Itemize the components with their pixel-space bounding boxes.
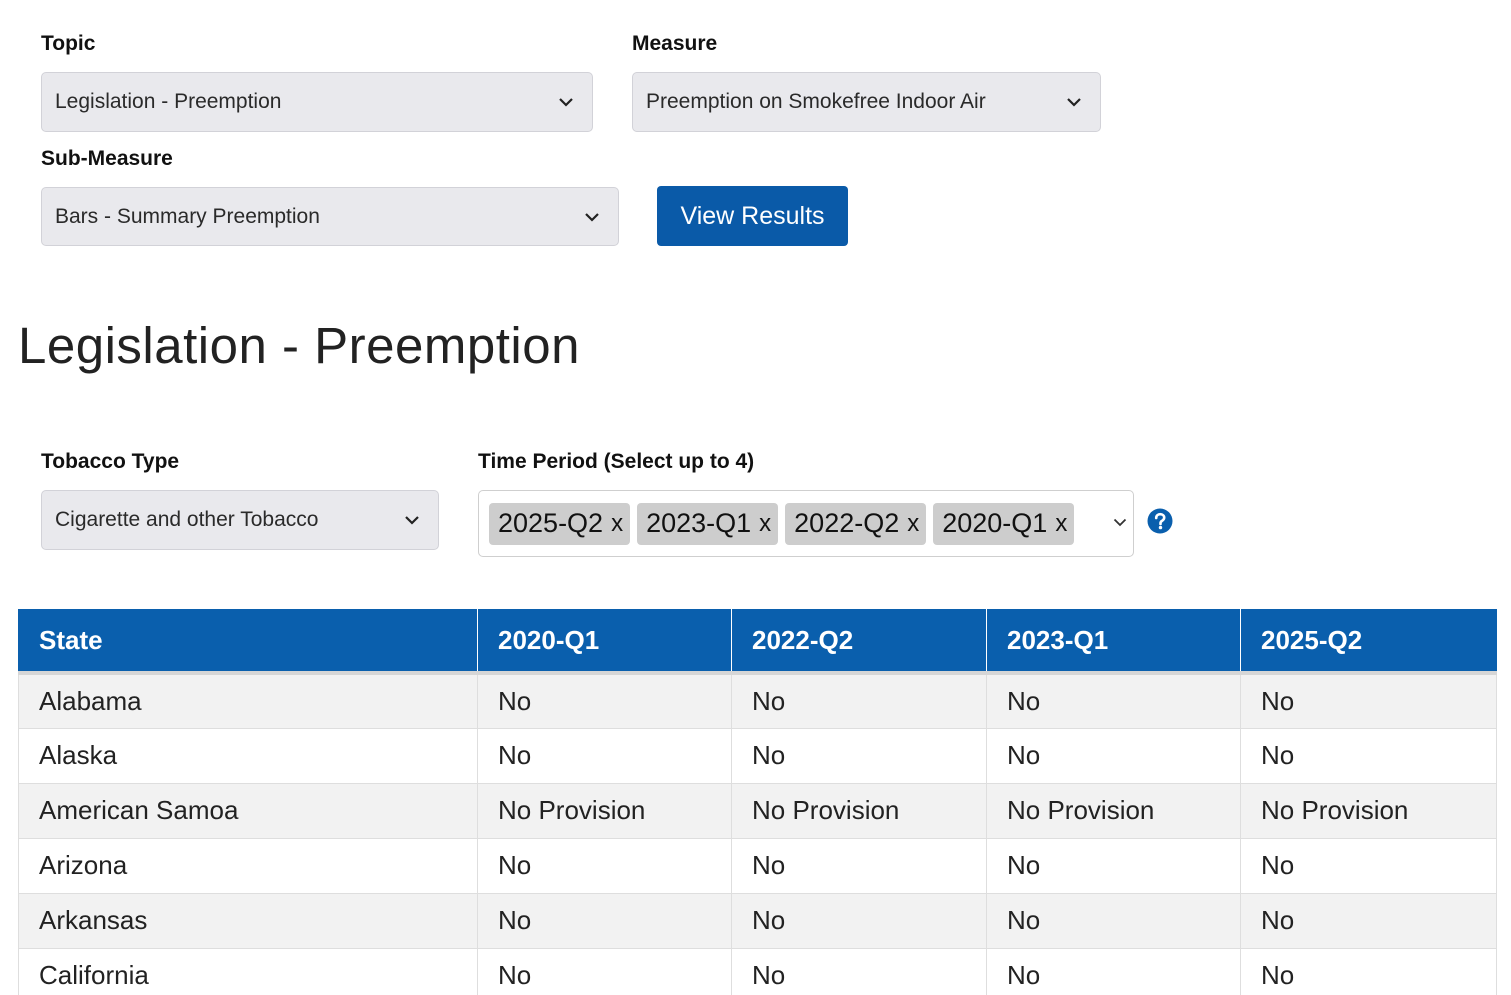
chip-label: 2025-Q2 <box>498 508 604 538</box>
time-period-chip: 2023-Q1 x <box>637 502 779 545</box>
value-cell: No <box>477 728 732 784</box>
help-icon[interactable] <box>1147 508 1173 534</box>
column-header-period[interactable]: 2020-Q1 <box>477 609 732 675</box>
value-cell: No <box>477 673 732 729</box>
topic-select-value: Legislation - Preemption <box>55 90 282 113</box>
state-cell: Arkansas <box>18 893 478 949</box>
page-title: Legislation - Preemption <box>18 317 580 374</box>
time-period-label: Time Period (Select up to 4) <box>478 450 755 473</box>
chip-label: 2020-Q1 <box>942 508 1048 538</box>
value-cell: No <box>1240 838 1497 894</box>
table-row: American Samoa No Provision No Provision… <box>18 783 1497 839</box>
value-cell: No <box>477 893 732 949</box>
column-header-state[interactable]: State <box>18 609 478 675</box>
topic-select[interactable]: Legislation - Preemption <box>41 72 593 132</box>
column-header-period[interactable]: 2025-Q2 <box>1240 609 1497 675</box>
time-period-multiselect[interactable]: 2025-Q2 x 2023-Q1 x 2022-Q2 x 2020-Q1 x <box>478 490 1134 557</box>
value-cell: No <box>986 673 1241 729</box>
remove-chip-button[interactable]: x <box>907 510 919 538</box>
measure-select[interactable]: Preemption on Smokefree Indoor Air <box>632 72 1101 132</box>
value-cell: No <box>477 838 732 894</box>
value-cell: No <box>731 673 987 729</box>
value-cell: No <box>731 728 987 784</box>
results-table: State 2020-Q1 2022-Q2 2023-Q1 2025-Q2 Al… <box>18 609 1497 995</box>
page: Topic Legislation - Preemption Measure P… <box>0 0 1511 995</box>
value-cell: No Provision <box>731 783 987 839</box>
state-cell: American Samoa <box>18 783 478 839</box>
tobacco-type-select[interactable]: Cigarette and other Tobacco <box>41 490 439 550</box>
table-row: Alaska No No No No <box>18 728 1497 784</box>
value-cell: No Provision <box>986 783 1241 839</box>
remove-chip-button[interactable]: x <box>611 510 623 538</box>
value-cell: No <box>1240 893 1497 949</box>
tobacco-type-select-value: Cigarette and other Tobacco <box>55 508 319 531</box>
tobacco-type-label: Tobacco Type <box>41 450 180 473</box>
value-cell: No Provision <box>1240 783 1497 839</box>
value-cell: No <box>986 838 1241 894</box>
value-cell: No <box>1240 673 1497 729</box>
value-cell: No <box>986 893 1241 949</box>
chevron-down-icon <box>559 98 573 107</box>
time-period-chip: 2020-Q1 x <box>933 502 1075 545</box>
value-cell: No <box>477 948 732 995</box>
remove-chip-button[interactable]: x <box>1055 510 1067 538</box>
view-results-button[interactable]: View Results <box>657 186 848 246</box>
state-cell: California <box>18 948 478 995</box>
chevron-down-icon <box>1067 98 1081 107</box>
time-period-chip: 2025-Q2 x <box>489 502 631 545</box>
topic-label: Topic <box>41 32 96 55</box>
chevron-down-icon <box>405 516 419 525</box>
value-cell: No <box>1240 728 1497 784</box>
chevron-down-icon[interactable] <box>1113 518 1127 527</box>
chip-label: 2022-Q2 <box>794 508 900 538</box>
value-cell: No <box>731 948 987 995</box>
remove-chip-button[interactable]: x <box>759 510 771 538</box>
chevron-down-icon <box>585 212 599 222</box>
value-cell: No Provision <box>477 783 732 839</box>
state-cell: Alaska <box>18 728 478 784</box>
column-header-period[interactable]: 2023-Q1 <box>986 609 1241 675</box>
sub-measure-select[interactable]: Bars - Summary Preemption <box>41 187 619 246</box>
value-cell: No <box>986 728 1241 784</box>
table-row: California No No No No <box>18 948 1497 995</box>
table-row: Arkansas No No No No <box>18 893 1497 949</box>
chip-label: 2023-Q1 <box>646 508 752 538</box>
sub-measure-label: Sub-Measure <box>41 147 173 170</box>
measure-label: Measure <box>632 32 718 55</box>
value-cell: No <box>1240 948 1497 995</box>
table-row: Arizona No No No No <box>18 838 1497 894</box>
measure-select-value: Preemption on Smokefree Indoor Air <box>646 90 986 113</box>
state-cell: Arizona <box>18 838 478 894</box>
table-row: Alabama No No No No <box>18 673 1497 729</box>
column-header-period[interactable]: 2022-Q2 <box>731 609 987 675</box>
table-header-row: State 2020-Q1 2022-Q2 2023-Q1 2025-Q2 <box>18 609 1497 675</box>
time-period-chip: 2022-Q2 x <box>785 502 927 545</box>
sub-measure-select-value: Bars - Summary Preemption <box>55 204 320 228</box>
value-cell: No <box>986 948 1241 995</box>
value-cell: No <box>731 838 987 894</box>
state-cell: Alabama <box>18 673 478 729</box>
value-cell: No <box>731 893 987 949</box>
